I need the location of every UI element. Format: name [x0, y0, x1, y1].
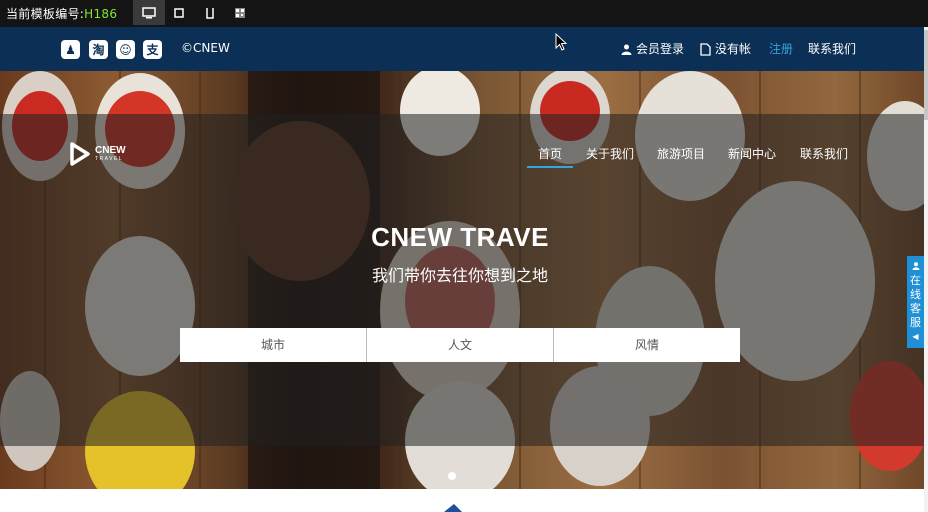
online-service-tab[interactable]: 在线客服 ◀: [907, 256, 924, 348]
taobao-icon[interactable]: 淘: [89, 40, 108, 59]
nav-contact[interactable]: 联系我们: [796, 146, 852, 168]
top-bar: ♟ 淘 ☺ 支 ©CNEW 会员登录 没有帐 注册 联系我们: [0, 27, 928, 71]
login-label: 会员登录: [636, 42, 685, 56]
collapse-arrow-icon: ◀: [912, 332, 919, 341]
scrollbar-thumb[interactable]: [924, 30, 928, 120]
copyright-text: ©CNEW: [181, 41, 230, 55]
logo-text: CNEW: [95, 145, 126, 156]
play-logo-icon: [70, 142, 90, 166]
nav-news[interactable]: 新闻中心: [724, 146, 780, 168]
category-customs[interactable]: 风情: [554, 328, 740, 362]
document-icon: [700, 42, 711, 56]
weixin-icon[interactable]: ☺: [116, 40, 135, 59]
category-tabs: 城市 人文 风情: [180, 328, 740, 362]
no-account-link[interactable]: 没有帐: [700, 41, 751, 57]
alipay-icon[interactable]: 支: [143, 40, 162, 59]
register-link[interactable]: 注册: [769, 41, 793, 57]
nav-home[interactable]: 首页: [527, 146, 573, 168]
slider-dot-1[interactable]: [448, 472, 456, 480]
tablet-icon[interactable]: [163, 0, 195, 25]
template-code: H186: [84, 7, 118, 21]
hero-subtitle: 我们带你去往你想到之地: [371, 266, 548, 285]
no-account-label: 没有帐: [715, 42, 752, 56]
login-link[interactable]: 会员登录: [621, 41, 684, 57]
mouse-cursor-icon: [555, 33, 567, 51]
category-city[interactable]: 城市: [180, 328, 367, 362]
nav-about[interactable]: 关于我们: [582, 146, 638, 168]
contact-link[interactable]: 联系我们: [808, 41, 856, 57]
user-icon: [912, 262, 919, 270]
logo-subtext: TRAVEL: [95, 156, 124, 162]
site-logo[interactable]: CNEW TRAVEL: [69, 141, 126, 167]
qrcode-icon[interactable]: [224, 0, 256, 25]
user-icon: [621, 44, 632, 55]
template-number: 当前模板编号:H186: [6, 6, 117, 22]
contact-label: 联系我们: [808, 42, 857, 56]
category-culture[interactable]: 人文: [367, 328, 554, 362]
hero-title: CNEW TRAVE: [371, 222, 549, 252]
desktop-icon[interactable]: [133, 0, 165, 25]
template-label: 当前模板编号:: [6, 7, 85, 21]
mobile-icon[interactable]: [194, 0, 226, 25]
online-service-label: 在线客服: [910, 274, 921, 329]
register-label: 注册: [769, 42, 794, 56]
slider-dot-2[interactable]: [461, 472, 469, 480]
template-bar: 当前模板编号:H186: [0, 0, 928, 27]
nav-travel-projects[interactable]: 旅游项目: [653, 146, 709, 168]
section-logo-icon: [444, 504, 462, 512]
qq-icon[interactable]: ♟: [61, 40, 80, 59]
